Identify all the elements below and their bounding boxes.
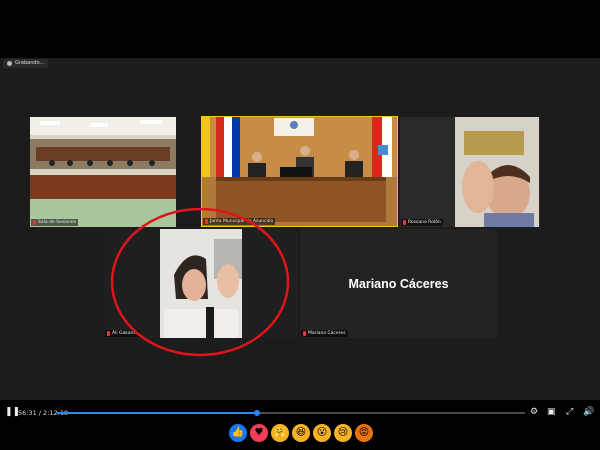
video-tile-rossana-rolon[interactable]: Rossana Rolón xyxy=(400,117,540,227)
haha-icon[interactable]: 😆 xyxy=(292,424,310,442)
settings-icon[interactable]: ⚙ xyxy=(530,407,538,417)
volume-icon[interactable]: 🔊 xyxy=(583,407,594,417)
like-icon[interactable]: 👍 xyxy=(229,424,247,442)
video-tile-ali-gakante[interactable]: Ali Gakante xyxy=(104,229,298,338)
pip-icon[interactable]: ▣ xyxy=(547,407,556,417)
wow-icon[interactable]: 😮 xyxy=(313,424,331,442)
record-dot-icon xyxy=(7,61,12,66)
mic-off-icon xyxy=(303,331,306,336)
progress-bar[interactable] xyxy=(57,410,525,416)
mic-off-icon xyxy=(33,220,36,225)
mic-off-icon xyxy=(107,331,110,336)
participant-name: Ali Gakante xyxy=(112,331,138,336)
participant-name-tag: Mariano Cáceres xyxy=(301,330,348,337)
participant-name: Mariano Cáceres xyxy=(308,331,346,336)
ali-gakante-video xyxy=(160,229,242,338)
progress-knob[interactable] xyxy=(253,410,260,416)
care-icon[interactable]: 🤗 xyxy=(271,424,289,442)
fullscreen-icon[interactable]: ⤢ xyxy=(566,407,573,417)
participant-display-name: Mariano Cáceres xyxy=(348,276,449,291)
participant-name-tag: Junta Municipal de Asunción xyxy=(203,218,276,225)
participant-name: Rossana Rolón xyxy=(408,220,441,225)
recording-indicator: Grabando... xyxy=(3,59,49,68)
mic-off-icon xyxy=(205,219,208,224)
video-tile-junta-municipal[interactable]: Junta Municipal de Asunción xyxy=(201,116,398,227)
mic-off-icon xyxy=(403,220,406,225)
progress-fill xyxy=(57,412,257,414)
reactions-bar: 👍 ♥ 🤗 😆 😮 😢 😡 xyxy=(229,424,373,442)
rossana-rolon-video xyxy=(400,117,540,227)
junta-municipal-video xyxy=(202,117,397,226)
video-tile-mariano-caceres[interactable]: Mariano Cáceres Mariano Cáceres xyxy=(300,229,497,338)
video-tile-sala-de-sesiones[interactable]: Sala de Sesiones xyxy=(30,117,176,227)
sala-de-sesiones-video xyxy=(30,117,176,227)
love-icon[interactable]: ♥ xyxy=(250,424,268,442)
sad-icon[interactable]: 😢 xyxy=(334,424,352,442)
participant-name-tag: Rossana Rolón xyxy=(401,219,443,226)
participant-name: Sala de Sesiones xyxy=(38,220,77,225)
recording-label: Grabando... xyxy=(15,60,45,66)
angry-icon[interactable]: 😡 xyxy=(355,424,373,442)
participant-name-tag: Ali Gakante xyxy=(105,330,140,337)
participant-name-tag: Sala de Sesiones xyxy=(31,219,79,226)
participant-name: Junta Municipal de Asunción xyxy=(210,219,274,224)
